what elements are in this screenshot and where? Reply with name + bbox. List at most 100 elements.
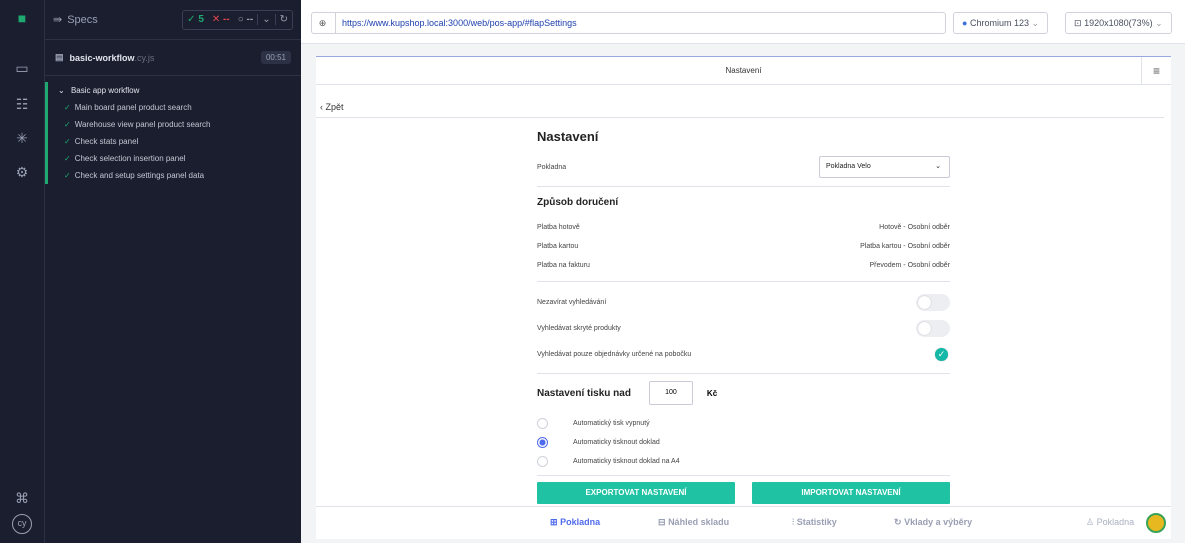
spec-file-row[interactable]: ▤ basic-workflow .cy.js 00:51 <box>45 40 301 76</box>
export-settings-button[interactable]: EXPORTOVAT NASTAVENÍ <box>537 482 735 504</box>
toggle-row: Vyhledávat pouze objednávky určené na po… <box>537 341 950 367</box>
toggle-switch[interactable]: ✓ <box>916 345 950 363</box>
viewport-dimensions: 1920x1080 <box>1084 18 1129 28</box>
delivery-label: Platba kartou <box>537 243 579 250</box>
toggle-label: Vyhledávat pouze objednávky určené na po… <box>537 350 692 358</box>
debug-icon[interactable]: ✳ <box>12 128 32 148</box>
radio-label: Automaticky tisknout doklad na A4 <box>573 458 680 465</box>
divider <box>537 281 950 282</box>
url-field[interactable]: ⊕ https://www.kupshop.local:3000/web/pos… <box>311 12 946 34</box>
tab-nahled-skladu[interactable]: ⊟ Náhled skladu <box>658 517 729 528</box>
hamburger-menu-icon[interactable]: ≡ <box>1141 57 1171 85</box>
check-icon: ✓ <box>64 103 71 112</box>
test-tree: ⌄ Basic app workflow ✓ Main board panel p… <box>45 82 301 184</box>
user-label: Pokladna <box>1096 517 1135 527</box>
tab-label: Pokladna <box>560 517 601 527</box>
specs-icon[interactable]: ▭ <box>12 58 32 78</box>
toggle-label: Vyhledávat skryté produkty <box>537 324 621 332</box>
print-threshold-input[interactable]: 100 <box>648 381 693 405</box>
rerun-icon[interactable]: ↻ <box>274 14 292 25</box>
radio-label: Automaticky tisknout doklad <box>573 439 660 446</box>
chevron-down-icon: ⌄ <box>1031 18 1040 28</box>
warehouse-icon: ⊟ <box>658 517 666 527</box>
target-icon[interactable]: ⊕ <box>310 13 336 33</box>
radio-option[interactable]: Automaticky tisknout doklad na A4 <box>537 452 950 471</box>
cypress-sidebar-rail: ■ ▭ ☷ ✳ ⚙ ⌘ cy <box>0 0 45 543</box>
user-menu[interactable]: ♙ Pokladna <box>1086 517 1134 528</box>
specs-title[interactable]: Specs <box>67 14 98 26</box>
test-title: Check stats panel <box>74 137 139 146</box>
radio-button[interactable] <box>537 418 548 429</box>
radio-option[interactable]: Automatický tisk vypnutý <box>537 414 950 433</box>
print-heading: Nastavení tisku nad <box>537 387 631 399</box>
radio-button[interactable] <box>537 437 548 448</box>
toggle-row: Vyhledávat skryté produkty <box>537 315 950 341</box>
pending-count: ○ -- <box>237 14 254 25</box>
divider <box>537 186 950 187</box>
settings-form: Nastavení Pokladna Pokladna Velo ⌄ Způso… <box>537 129 950 504</box>
delivery-row: Platba hotově Hotově - Osobní odběr <box>537 218 950 237</box>
tab-vklady-a-vybery[interactable]: ↻ Vklady a výběry <box>894 517 972 528</box>
chevron-down-icon: ⌄ <box>1155 18 1163 28</box>
check-icon: ✓ <box>64 171 71 180</box>
radio-label: Automatický tisk vypnutý <box>573 420 650 427</box>
check-icon: ✓ <box>64 120 71 129</box>
file-icon: ▤ <box>55 52 64 62</box>
delivery-row: Platba kartou Platba kartou - Osobní odbě… <box>537 237 950 256</box>
chevron-down-icon: ⌄ <box>935 163 941 170</box>
divider <box>316 117 1164 118</box>
chevron-down-icon[interactable]: ⌄ <box>257 14 274 25</box>
keyboard-shortcuts-icon[interactable]: ⌘ <box>12 488 32 508</box>
suite-row[interactable]: ⌄ Basic app workflow <box>48 82 301 99</box>
viewport-icon: ⊡ <box>1074 18 1082 28</box>
specs-panel: ⇛ Specs ✓ 5 ✕ -- ○ -- ⌄ ↻ ▤ basic-workfl… <box>45 0 301 543</box>
toggle-switch[interactable] <box>916 319 950 337</box>
chromium-icon: ● <box>962 18 968 28</box>
failed-count: ✕ -- <box>211 14 230 25</box>
test-row[interactable]: ✓ Main board panel product search <box>48 99 301 116</box>
register-value: Pokladna Velo <box>826 163 871 170</box>
specs-header: ⇛ Specs ✓ 5 ✕ -- ○ -- ⌄ ↻ <box>45 0 301 40</box>
delivery-label: Platba na fakturu <box>537 262 590 269</box>
browser-toolbar: ⊕ https://www.kupshop.local:3000/web/pos… <box>301 0 1185 44</box>
action-buttons: EXPORTOVAT NASTAVENÍ IMPORTOVAT NASTAVEN… <box>537 482 950 504</box>
print-options: Automatický tisk vypnutý Automaticky tis… <box>537 414 950 471</box>
delivery-value: Hotově - Osobní odběr <box>879 224 950 231</box>
header-title: Nastavení <box>725 66 762 75</box>
runs-icon[interactable]: ☷ <box>12 94 32 114</box>
tab-label: Vklady a výběry <box>904 517 973 527</box>
test-row[interactable]: ✓ Check selection insertion panel <box>48 150 301 167</box>
import-settings-button[interactable]: IMPORTOVAT NASTAVENÍ <box>752 482 950 504</box>
passed-count: ✓ 5 <box>187 14 204 25</box>
test-row[interactable]: ✓ Check and setup settings panel data <box>48 167 301 184</box>
stats-icon: ⫶ <box>792 517 795 527</box>
test-row[interactable]: ✓ Check stats panel <box>48 133 301 150</box>
delivery-row: Platba na fakturu Převodem - Osobní odběr <box>537 256 950 275</box>
register-label: Pokladna <box>537 163 567 171</box>
check-icon: ✓ <box>64 154 71 163</box>
browser-selector[interactable]: ● Chromium 123 ⌄ <box>953 12 1049 34</box>
test-title: Check selection insertion panel <box>74 154 186 163</box>
avatar[interactable] <box>1146 513 1166 533</box>
toggle-switch[interactable] <box>916 293 950 311</box>
settings-icon[interactable]: ⚙ <box>12 162 32 182</box>
viewport-zoom: (73%) <box>1128 18 1153 28</box>
tab-statistiky[interactable]: ⫶ Statistiky <box>792 517 837 528</box>
register-row: Pokladna Pokladna Velo ⌄ <box>537 156 950 178</box>
page-title: Nastavení <box>537 129 599 144</box>
tab-label: Statistiky <box>796 517 837 527</box>
user-icon: ♙ <box>1086 517 1095 527</box>
radio-option[interactable]: Automaticky tisknout doklad <box>537 433 950 452</box>
back-link[interactable]: ‹ Zpět <box>320 102 344 112</box>
url-text: https://www.kupshop.local:3000/web/pos-a… <box>342 18 577 28</box>
register-select[interactable]: Pokladna Velo ⌄ <box>819 156 950 178</box>
tab-label: Náhled skladu <box>668 517 730 527</box>
bottom-tab-bar: ⊞ Pokladna ⊟ Náhled skladu ⫶ Statistiky … <box>316 506 1171 539</box>
test-row[interactable]: ✓ Warehouse view panel product search <box>48 116 301 133</box>
radio-button[interactable] <box>537 456 548 467</box>
viewport-size[interactable]: ⊡ 1920x1080(73%) ⌄ <box>1065 12 1172 34</box>
delivery-value: Převodem - Osobní odběr <box>869 262 950 269</box>
test-title: Warehouse view panel product search <box>74 120 211 129</box>
tab-pokladna[interactable]: ⊞ Pokladna <box>550 517 600 528</box>
delivery-value: Platba kartou - Osobní odběr <box>860 243 950 250</box>
